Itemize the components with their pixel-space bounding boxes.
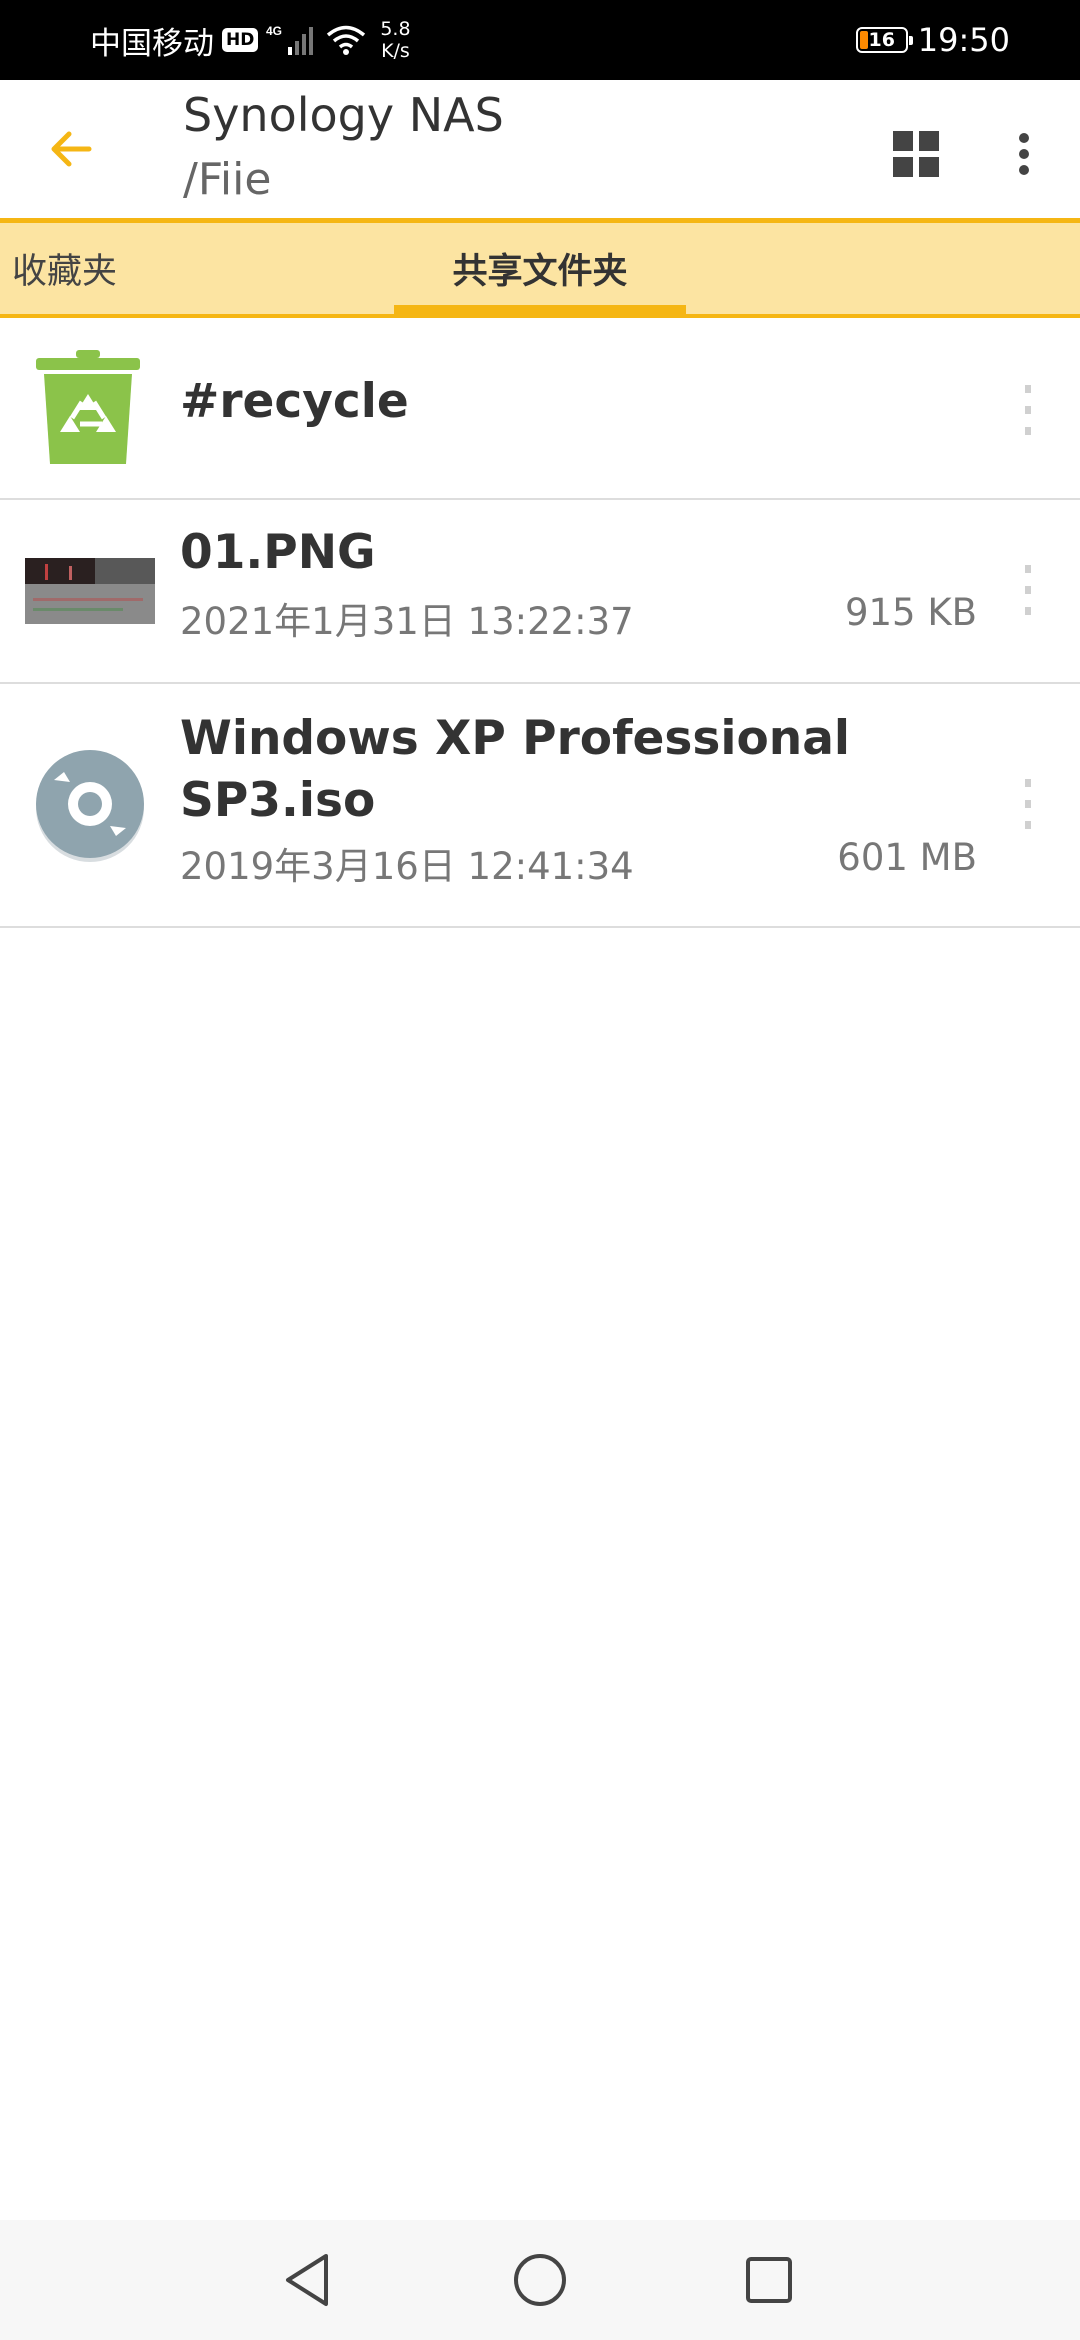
file-size: 601 MB <box>837 836 977 879</box>
nav-home-button[interactable] <box>505 2245 575 2315</box>
file-date: 2021年1月31日 13:22:37 <box>180 600 634 643</box>
back-button[interactable] <box>36 114 106 184</box>
speed-unit: K/s <box>381 40 410 62</box>
tab-shared-folders[interactable]: 共享文件夹 <box>394 223 686 314</box>
current-path: /Fiie <box>183 154 272 205</box>
file-name: 01.PNG <box>180 525 376 580</box>
grid-view-button[interactable] <box>886 124 946 184</box>
image-thumbnail <box>25 558 155 624</box>
nav-back-button[interactable] <box>273 2245 343 2315</box>
item-menu-button[interactable] <box>996 370 1060 450</box>
arrow-back-icon <box>51 131 92 167</box>
app-bar: Synology NAS /Fiie <box>0 80 1080 218</box>
tab-favorites[interactable]: 收藏夹 <box>12 223 117 314</box>
circle-home-icon <box>514 2254 566 2306</box>
status-left: 中国移动 HD 4G 5.8 K/s <box>90 0 411 80</box>
more-vert-icon <box>1025 565 1031 615</box>
grid-view-icon <box>893 131 939 177</box>
file-name: Windows XP Professional SP3.iso <box>180 711 851 828</box>
recycle-bin-icon <box>36 350 140 464</box>
file-date: 2019年3月16日 12:41:34 <box>180 845 634 888</box>
more-options-button[interactable] <box>1000 124 1048 184</box>
speed-value: 5.8 <box>380 18 411 40</box>
tab-bar: 收藏夹 共享文件夹 <box>0 218 1080 318</box>
wifi-icon <box>327 25 366 55</box>
item-menu-button[interactable] <box>996 550 1060 630</box>
clock: 19:50 <box>917 21 1010 59</box>
file-size: 915 KB <box>844 591 977 634</box>
square-recents-icon <box>746 2257 792 2303</box>
more-vert-icon <box>1025 385 1031 435</box>
triangle-back-icon <box>286 2254 328 2306</box>
status-bar: 中国移动 HD 4G 5.8 K/s 16 19:50 <box>0 0 1080 80</box>
item-menu-button[interactable] <box>996 764 1060 844</box>
battery-level-fill <box>859 31 868 49</box>
list-item[interactable]: #recycle <box>0 318 1080 500</box>
system-nav-bar <box>0 2220 1080 2340</box>
nav-recents-button[interactable] <box>734 2245 804 2315</box>
hd-badge: HD <box>222 28 259 52</box>
signal-icon: 4G <box>266 24 314 55</box>
network-speed: 5.8 K/s <box>380 18 410 62</box>
status-right: 16 19:50 <box>855 0 1010 80</box>
more-vert-icon <box>1019 133 1029 175</box>
file-name: #recycle <box>180 374 409 429</box>
network-type: 4G <box>266 24 282 38</box>
list-item[interactable]: Windows XP Professional SP3.iso 2019年3月1… <box>0 684 1080 928</box>
tab-selected-indicator <box>394 305 686 314</box>
battery-icon: 16 <box>855 27 913 53</box>
carrier-name: 中国移动 <box>90 25 214 62</box>
battery-level: 16 <box>868 29 895 51</box>
file-list: #recycle 01.PNG 2021年1月31日 13:22:37 915 … <box>0 318 1080 928</box>
disc-image-icon <box>36 750 144 862</box>
list-item[interactable]: 01.PNG 2021年1月31日 13:22:37 915 KB <box>0 500 1080 684</box>
more-vert-icon <box>1025 779 1031 829</box>
app-title: Synology NAS <box>183 88 504 142</box>
